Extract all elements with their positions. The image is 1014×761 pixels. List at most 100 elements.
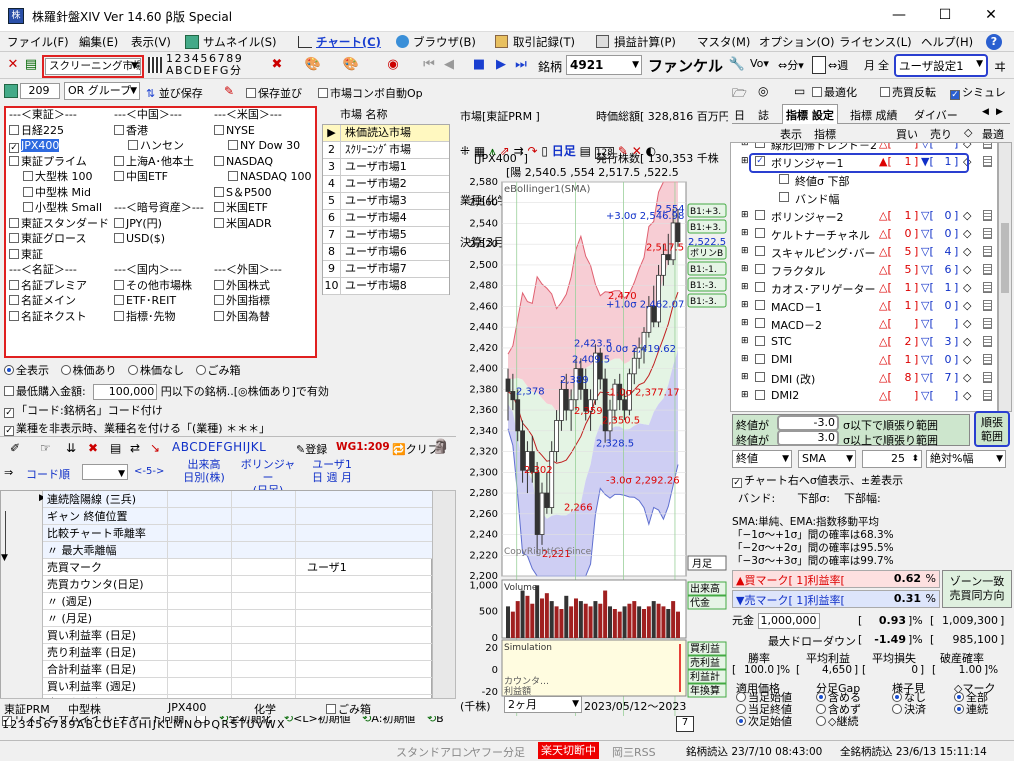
optimize-icon[interactable] bbox=[983, 210, 992, 221]
min-buy-input[interactable]: 100,000 bbox=[93, 384, 158, 400]
market-table-row[interactable]: 2 ｽｸﾘｰﾆﾝｸﾞ市場 bbox=[323, 142, 449, 159]
table-row[interactable]: 比較チャート乖離率 bbox=[43, 525, 433, 542]
trend-icon[interactable]: ⇗ bbox=[500, 144, 510, 158]
close-below-input[interactable]: -3.0 bbox=[777, 415, 839, 431]
stop-icon[interactable]: ■ bbox=[470, 56, 488, 74]
radio-all[interactable]: 全表示 bbox=[4, 364, 49, 377]
auto-op-checkbox[interactable]: 市場コンボ自動Op bbox=[318, 85, 423, 101]
radio-open-next[interactable]: 次足始値 bbox=[736, 716, 792, 728]
code-name-checkbox[interactable]: ✓ 「コード:銘柄名」コード付け bbox=[4, 402, 163, 418]
market-checkbox[interactable]: ハンセン bbox=[114, 140, 214, 156]
optimize-icon[interactable] bbox=[983, 336, 992, 347]
market-checkbox[interactable]: NASDAQ 100 bbox=[214, 171, 314, 187]
zone-match-button[interactable]: ゾーン一致 売買同方向 bbox=[942, 570, 1012, 608]
all-button[interactable]: 全 bbox=[878, 57, 889, 73]
market-checkbox[interactable]: 中型株 Mid bbox=[9, 186, 109, 203]
market-checkbox[interactable]: 外国指標 bbox=[214, 295, 314, 311]
last-icon[interactable]: ⏭ bbox=[512, 56, 530, 74]
diamond-icon[interactable]: ◇ bbox=[963, 281, 971, 294]
menu-master[interactable]: マスタ(M) bbox=[694, 33, 753, 51]
or-group-combo[interactable]: OR グループ ▼ bbox=[64, 82, 140, 100]
indicator-checkbox[interactable] bbox=[755, 228, 765, 238]
doc-icon[interactable]: ▭ bbox=[794, 84, 805, 98]
cross-icon[interactable]: ⁜ bbox=[460, 144, 470, 158]
indicator-checkbox[interactable] bbox=[755, 390, 765, 400]
indicator-row[interactable]: バンド幅 bbox=[731, 189, 997, 207]
tab-indicator-results[interactable]: 指標 成績 bbox=[850, 107, 898, 123]
optimize-icon[interactable] bbox=[983, 390, 992, 401]
delete-icon[interactable]: ✖ bbox=[268, 56, 286, 74]
indicator-checkbox[interactable] bbox=[755, 300, 765, 310]
indicator-row[interactable]: ⊞ STC △[2] ▽[3] ◇ bbox=[731, 333, 997, 351]
pin-icon[interactable]: ヰ bbox=[994, 58, 1006, 75]
diamond-icon[interactable]: ◇ bbox=[963, 371, 971, 384]
menu-browser[interactable]: ブラウザ(B) bbox=[410, 33, 479, 51]
target-icon[interactable]: ◉ bbox=[384, 56, 402, 74]
sort-desc-icon[interactable]: ⇊ bbox=[66, 441, 76, 455]
industry-checkbox[interactable]: ✓ 業種を非表示時、業種名を付ける「(業種) ＊＊＊」 bbox=[4, 420, 270, 436]
user-setting-combo[interactable]: ユーザ設定1 bbox=[899, 58, 964, 74]
grid-icon[interactable] bbox=[148, 57, 162, 73]
indicator-row[interactable]: ⊞ フラクタル △[5] ▽[6] ◇ bbox=[731, 261, 997, 279]
market-checkbox[interactable]: 香港 bbox=[114, 124, 214, 141]
table-row[interactable]: 連続陰陽線 (三兵) bbox=[43, 491, 433, 508]
prev-icon[interactable]: ◀ bbox=[440, 56, 458, 74]
paint2-icon[interactable]: 🎨 bbox=[342, 56, 360, 74]
tab-divergence[interactable]: ダイバー bbox=[914, 107, 958, 123]
next-icon[interactable]: ▶ bbox=[492, 56, 510, 74]
expand-icon[interactable]: ⊞ bbox=[741, 390, 749, 400]
radio-look-settle[interactable]: 決済 bbox=[892, 704, 926, 716]
menu-chart[interactable]: チャート(C) bbox=[313, 33, 384, 51]
market-table-row[interactable]: 8 ユーザ市場6 bbox=[323, 244, 449, 261]
market-checkbox[interactable]: 名証メイン bbox=[9, 295, 109, 311]
code-order-label[interactable]: コード順 bbox=[26, 466, 70, 482]
week-button[interactable]: ⇔週 bbox=[828, 57, 848, 73]
market-checkbox[interactable]: 外国為替 bbox=[214, 310, 314, 327]
market-table-row[interactable]: 4 ユーザ市場2 bbox=[323, 176, 449, 193]
chart-sigma-checkbox[interactable]: ✓ チャート右へσ値表示、±差表示 bbox=[732, 472, 903, 488]
tab-scroll-right[interactable]: ▶ bbox=[996, 107, 1003, 117]
erase-icon[interactable]: ✕ bbox=[632, 144, 642, 158]
optimize-icon[interactable] bbox=[983, 156, 992, 167]
hand-icon[interactable]: ☞ bbox=[40, 441, 51, 455]
indicator-row[interactable]: ⊞ DMI (改) △[8] ▽[7] ◇ bbox=[731, 369, 997, 387]
table-row[interactable]: 〃 (週足) bbox=[43, 593, 433, 610]
grid-scrollbar[interactable] bbox=[432, 490, 456, 710]
menu-file[interactable]: ファイル(F) bbox=[4, 33, 72, 51]
filter-icon[interactable]: ▤ bbox=[22, 56, 40, 74]
bottom-digit-tabs[interactable]: 123456789ABCDEFGHIJKLMNOPQRSTUVWX bbox=[2, 718, 454, 736]
market-checkbox[interactable]: 名証プレミア bbox=[9, 279, 109, 296]
size-icon[interactable]: 128 bbox=[594, 147, 614, 159]
indicator-row[interactable]: ⊞ 線形回帰トレンド－2 △[] ▽[] ◇ bbox=[731, 143, 997, 153]
indicator-row[interactable]: ⊞ ✓ ボリンジャー1 ▲[1] ▼[1] ◇ bbox=[731, 153, 997, 171]
market-checkbox[interactable]: 小型株 Small bbox=[9, 202, 109, 218]
x-icon[interactable]: ✖ bbox=[88, 441, 98, 455]
table-row[interactable]: 合計利益率 (日足) bbox=[43, 661, 433, 678]
market-checkbox[interactable]: 米国ETF bbox=[214, 202, 314, 218]
pen-icon[interactable]: ✎ bbox=[618, 144, 628, 158]
close-button[interactable]: ✕ bbox=[968, 0, 1014, 32]
expand-icon[interactable]: ⊞ bbox=[741, 210, 749, 220]
expand-icon[interactable]: ⊞ bbox=[741, 264, 749, 274]
market-checkbox[interactable]: 東証 bbox=[9, 248, 109, 265]
period-combo[interactable]: 2ヶ月 ▼ bbox=[504, 696, 582, 713]
market-table-row[interactable]: 9 ユーザ市場7 bbox=[323, 261, 449, 278]
day-icon[interactable] bbox=[812, 56, 826, 74]
market-table-row[interactable]: 3 ユーザ市場1 bbox=[323, 159, 449, 176]
eye-icon[interactable]: ◐ bbox=[646, 144, 656, 158]
market-table-row[interactable]: 5 ユーザ市場3 bbox=[323, 193, 449, 210]
bun-dropdown[interactable]: ⇔分▾ bbox=[778, 57, 804, 73]
indicator-checkbox[interactable] bbox=[779, 192, 789, 202]
reverse-checkbox[interactable]: 売買反転 bbox=[880, 84, 936, 100]
table-row[interactable]: 〃 最大乖離幅 bbox=[43, 542, 433, 559]
market-checkbox[interactable]: 米国ADR bbox=[214, 217, 314, 234]
radio-with-price[interactable]: 株価あり bbox=[60, 364, 117, 377]
diamond-icon[interactable]: ◇ bbox=[963, 299, 971, 312]
tab-scroll-left[interactable]: ◀ bbox=[982, 107, 989, 117]
indicator-row[interactable]: ⊞ カオス･アリゲーター △[1] ▽[1] ◇ bbox=[731, 279, 997, 297]
optimize-icon[interactable] bbox=[983, 318, 992, 329]
stock-code-combo[interactable]: 4921 ▼ bbox=[566, 55, 642, 75]
market-checkbox[interactable]: 中国ETF bbox=[114, 171, 214, 187]
capital-input[interactable]: 1,000,000 bbox=[757, 613, 820, 629]
menu-view[interactable]: 表示(V) bbox=[128, 33, 174, 51]
